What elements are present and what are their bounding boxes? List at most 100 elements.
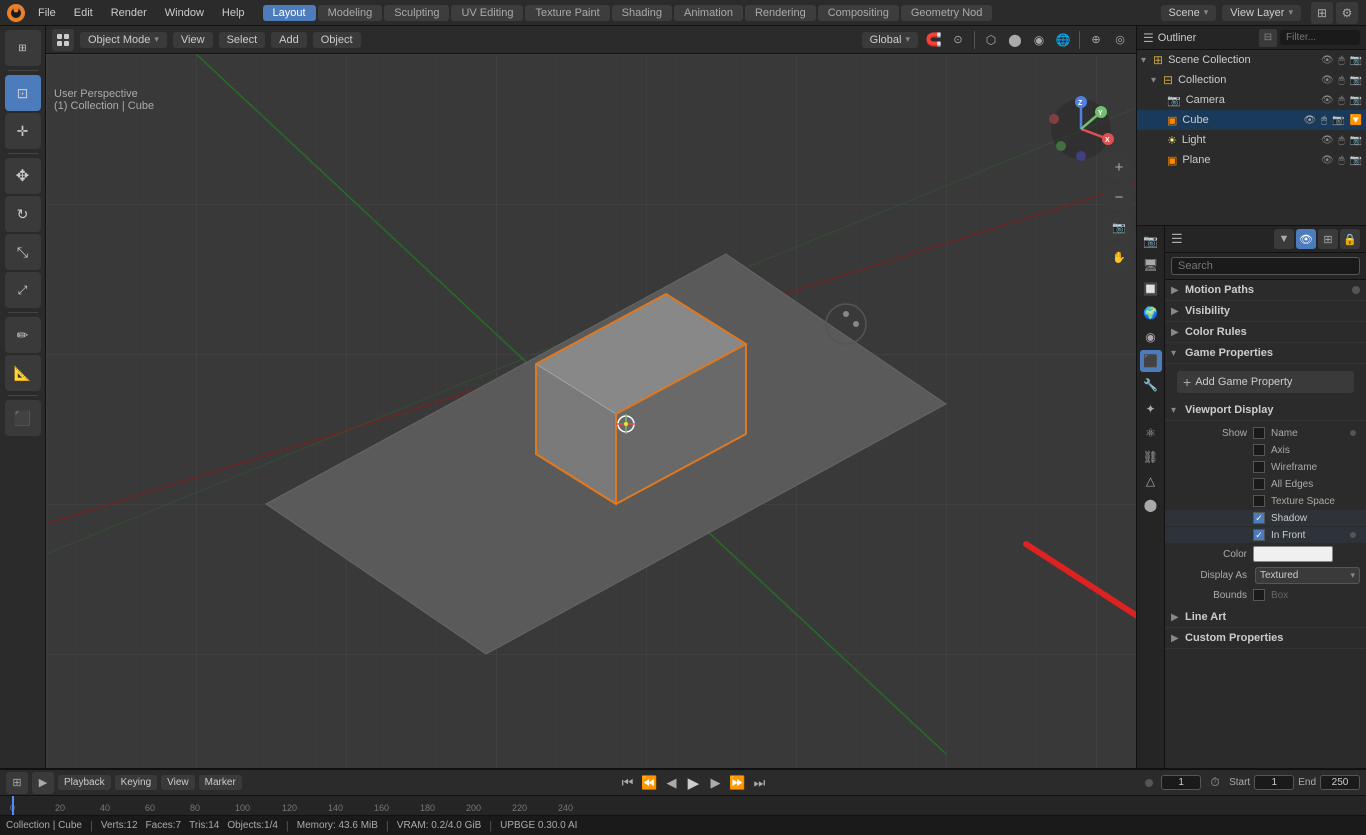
tool-move[interactable]: ✥ xyxy=(5,158,41,194)
checkbox-name[interactable] xyxy=(1253,427,1265,439)
zoom-out-button[interactable]: − xyxy=(1106,184,1132,210)
start-frame-input[interactable]: 1 xyxy=(1254,775,1294,790)
viewport-canvas[interactable]: User Perspective (1) Collection | Cube Z… xyxy=(46,54,1136,768)
tool-annotate[interactable]: ✏ xyxy=(5,317,41,353)
prop-world-icon[interactable]: ◉ xyxy=(1140,326,1162,348)
prop-constraints-icon[interactable]: ⛓ xyxy=(1140,446,1162,468)
editor-type-button[interactable] xyxy=(52,29,74,51)
pan-view-button[interactable]: ✋ xyxy=(1106,244,1132,270)
view-layer-selector[interactable]: View Layer ▾ xyxy=(1222,5,1301,21)
tl-menu-marker[interactable]: Marker xyxy=(199,775,242,790)
menu-window[interactable]: Window xyxy=(157,5,212,21)
ws-tab-shading[interactable]: Shading xyxy=(612,5,672,21)
checkbox-wireframe[interactable] xyxy=(1253,461,1265,473)
play-backward-button[interactable]: ◀ xyxy=(661,773,681,793)
ws-tab-modeling[interactable]: Modeling xyxy=(318,5,383,21)
checkbox-all-edges[interactable] xyxy=(1253,478,1265,490)
outliner-filter-icon[interactable]: ⊟ xyxy=(1259,29,1277,47)
color-rules-section-header[interactable]: ▶ Color Rules xyxy=(1165,322,1366,343)
props-display-icon[interactable]: ⊞ xyxy=(1318,229,1338,249)
tl-menu-playback[interactable]: Playback xyxy=(58,775,111,790)
menu-render[interactable]: Render xyxy=(103,5,155,21)
prev-frame-button[interactable]: ⏪ xyxy=(639,773,659,793)
timeline-ruler[interactable]: 0 20 40 60 80 100 120 140 160 180 200 22… xyxy=(0,795,1366,815)
vp-menu-object[interactable]: Object xyxy=(313,32,361,48)
game-properties-section-header[interactable]: ▾ Game Properties xyxy=(1165,343,1366,364)
skip-to-start-button[interactable]: ⏮ xyxy=(617,773,637,793)
prop-scene-icon[interactable]: 🌍 xyxy=(1140,302,1162,324)
props-filter-icon[interactable]: ▼ xyxy=(1274,229,1294,249)
checkbox-texture-space[interactable] xyxy=(1253,495,1265,507)
props-search-input[interactable] xyxy=(1171,257,1360,275)
vp-menu-add[interactable]: Add xyxy=(271,32,307,48)
scene-selector[interactable]: Scene ▾ xyxy=(1161,5,1217,21)
camera-view-button[interactable]: 📷 xyxy=(1106,214,1132,240)
skip-to-end-button[interactable]: ⏭ xyxy=(749,773,769,793)
tool-add-primitive[interactable]: ⬛ xyxy=(5,400,41,436)
tool-scale[interactable]: ⤡ xyxy=(5,234,41,270)
snap-icon[interactable]: 🧲 xyxy=(924,30,944,50)
prop-modifier-icon[interactable]: 🔧 xyxy=(1140,374,1162,396)
viewport-display-section-header[interactable]: ▾ Viewport Display xyxy=(1165,400,1366,421)
prop-output-icon[interactable]: 🖥 xyxy=(1140,254,1162,276)
vp-menu-select[interactable]: Select xyxy=(219,32,266,48)
prop-render-icon[interactable]: 📷 xyxy=(1140,230,1162,252)
blender-logo[interactable] xyxy=(4,1,28,25)
next-frame-button[interactable]: ⏩ xyxy=(727,773,747,793)
custom-properties-section-header[interactable]: ▶ Custom Properties xyxy=(1165,628,1366,649)
tool-rotate[interactable]: ↻ xyxy=(5,196,41,232)
checkbox-axis[interactable] xyxy=(1253,444,1265,456)
material-shading[interactable]: ◉ xyxy=(1029,30,1049,50)
tool-measure[interactable]: 📐 xyxy=(5,355,41,391)
zoom-in-button[interactable]: + xyxy=(1106,154,1132,180)
outliner-search-input[interactable] xyxy=(1280,30,1360,45)
menu-help[interactable]: Help xyxy=(214,5,253,21)
timeline-mode-icon[interactable]: ▶ xyxy=(32,772,54,794)
wireframe-shading[interactable]: ⬡ xyxy=(981,30,1001,50)
tool-area-header[interactable]: ⊞ xyxy=(5,30,41,66)
rendered-shading[interactable]: 🌐 xyxy=(1053,30,1073,50)
proportional-edit-icon[interactable]: ⊙ xyxy=(948,30,968,50)
checkbox-bounds[interactable] xyxy=(1253,589,1265,601)
add-game-property-button[interactable]: + Add Game Property xyxy=(1177,371,1354,393)
line-art-section-header[interactable]: ▶ Line Art xyxy=(1165,607,1366,628)
prop-material-icon[interactable]: ⬤ xyxy=(1140,494,1162,516)
prop-physics-icon[interactable]: ⚛ xyxy=(1140,422,1162,444)
motion-paths-section-header[interactable]: ▶ Motion Paths xyxy=(1165,280,1366,301)
vp-menu-view[interactable]: View xyxy=(173,32,213,48)
checkbox-shadow[interactable] xyxy=(1253,512,1265,524)
outliner-scene-collection[interactable]: ▾ ⊞ Scene Collection 👁 🖱 📷 xyxy=(1137,50,1366,70)
current-frame-input[interactable]: 1 xyxy=(1161,775,1201,790)
ws-tab-rendering[interactable]: Rendering xyxy=(745,5,816,21)
prop-data-icon[interactable]: △ xyxy=(1140,470,1162,492)
outliner-cube[interactable]: ▣ Cube 👁 🖱 📷 🔽 xyxy=(1137,110,1366,130)
prop-particles-icon[interactable]: ✦ xyxy=(1140,398,1162,420)
ws-tab-layout[interactable]: Layout xyxy=(263,5,316,21)
ws-tab-animation[interactable]: Animation xyxy=(674,5,743,21)
ws-tab-geo-nodes[interactable]: Geometry Nod xyxy=(901,5,993,21)
end-frame-input[interactable]: 250 xyxy=(1320,775,1360,790)
outliner-light[interactable]: ☀ Light 👁 🖱 📷 xyxy=(1137,130,1366,150)
tl-menu-keying[interactable]: Keying xyxy=(115,775,158,790)
tool-transform[interactable]: ⤢ xyxy=(5,272,41,308)
tool-select-box[interactable]: ⊡ xyxy=(5,75,41,111)
display-as-dropdown[interactable]: Textured ▾ xyxy=(1255,567,1360,584)
tl-menu-view[interactable]: View xyxy=(161,775,195,790)
object-mode-dropdown[interactable]: Object Mode ▾ xyxy=(80,32,167,48)
ws-tab-uv-editing[interactable]: UV Editing xyxy=(451,5,523,21)
menu-edit[interactable]: Edit xyxy=(66,5,101,21)
play-forward-button[interactable]: ▶ xyxy=(705,773,725,793)
overlay-icon[interactable]: ⊕ xyxy=(1086,30,1106,50)
checkbox-in-front[interactable] xyxy=(1253,529,1265,541)
options-icon[interactable]: ⚙ xyxy=(1336,2,1358,24)
gizmo-icon[interactable]: ◎ xyxy=(1110,30,1130,50)
outliner-plane[interactable]: ▣ Plane 👁 🖱 📷 xyxy=(1137,150,1366,170)
play-pause-button[interactable]: ▶ xyxy=(683,773,703,793)
outliner-camera[interactable]: 📷 Camera 👁 🖱 📷 xyxy=(1137,90,1366,110)
timeline-editor-icon[interactable]: ⊞ xyxy=(6,772,28,794)
color-swatch[interactable] xyxy=(1253,546,1333,562)
outliner-collection[interactable]: ▾ ⊟ Collection 👁 🖱 📷 xyxy=(1137,70,1366,90)
ws-tab-texture-paint[interactable]: Texture Paint xyxy=(525,5,609,21)
prop-object-icon[interactable]: ⬛ xyxy=(1140,350,1162,372)
ws-tab-sculpting[interactable]: Sculpting xyxy=(384,5,449,21)
